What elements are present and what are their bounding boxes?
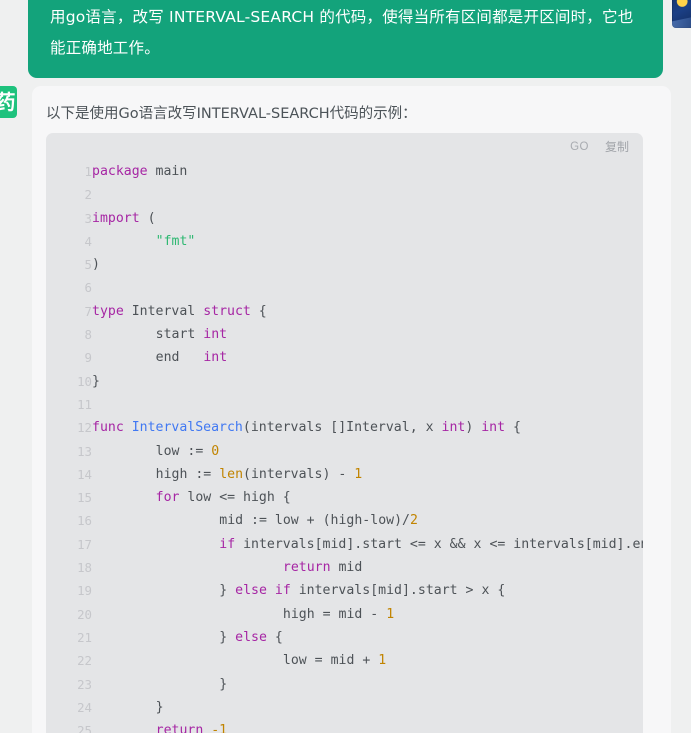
code-line-source: type Interval struct { [92, 303, 267, 319]
code-line-source: for low <= high { [155, 490, 291, 506]
code-line: 6 [46, 276, 643, 299]
code-line-source: return mid [282, 560, 363, 576]
code-line-number: 15 [77, 490, 92, 506]
code-line-number: 11 [77, 396, 92, 412]
code-line-number: 22 [77, 653, 92, 669]
assistant-intro-text: 以下是使用Go语言改写INTERVAL-SEARCH代码的示例： [46, 106, 417, 122]
chat-screen: 用go语言，改写 INTERVAL-SEARCH 的代码，使得当所有区间都是开区… [0, 0, 691, 733]
code-line-source: "fmt" [155, 233, 196, 249]
code-line-number: 21 [77, 629, 92, 645]
code-language-label: GO [570, 140, 589, 153]
code-line: 22 low = mid + 1 [46, 649, 643, 672]
code-line-number: 8 [84, 327, 92, 343]
code-block-toolbar: GO 复制 [46, 133, 643, 160]
code-line: 7 type Interval struct { [46, 300, 643, 323]
user-message-text: 用go语言，改写 INTERVAL-SEARCH 的代码，使得当所有区间都是开区… [50, 8, 634, 57]
code-line-source [92, 276, 643, 299]
code-line: 1 package main [46, 160, 643, 183]
code-line-source: } [155, 699, 164, 715]
code-line: 2 [46, 183, 643, 206]
code-line-number: 19 [77, 583, 92, 599]
code-line: 11 [46, 393, 643, 416]
code-line: 25 return -1 [46, 719, 643, 733]
code-line: 9 end int [46, 346, 643, 369]
code-line: 19 } else if intervals[mid].start > x { [46, 579, 643, 602]
code-line-number: 18 [77, 560, 92, 576]
code-line-source: import ( [92, 210, 156, 226]
code-line: 13 low := 0 [46, 440, 643, 463]
code-line: 10} [46, 370, 643, 393]
code-line-number: 10 [77, 373, 92, 389]
code-line-number: 17 [77, 536, 92, 552]
user-message-bubble: 用go语言，改写 INTERVAL-SEARCH 的代码，使得当所有区间都是开区… [28, 0, 663, 78]
code-line-source: } [92, 373, 100, 389]
code-line: 5) [46, 253, 643, 276]
code-line: 14 high := len(intervals) - 1 [46, 463, 643, 486]
code-line-source: start int [155, 327, 228, 343]
code-line-number: 16 [77, 513, 92, 529]
code-line: 16 mid := low + (high-low)/2 [46, 509, 643, 532]
code-line-number: 12 [77, 420, 92, 436]
code-line-source: high = mid - 1 [282, 606, 395, 622]
code-line-source: func IntervalSearch(intervals []Interval… [92, 420, 521, 436]
code-body: 1 package main 2 3 import (4 "fmt" 5) 6 7 type… [46, 160, 643, 733]
code-line-source: } else { [219, 629, 283, 645]
code-line-number: 4 [84, 233, 92, 249]
assistant-message-bubble: 以下是使用Go语言改写INTERVAL-SEARCH代码的示例： GO 复制 1… [32, 86, 671, 733]
code-table: 1 package main 2 3 import (4 "fmt" 5) 6 7 type… [46, 160, 643, 733]
code-line: 4 "fmt" [46, 230, 643, 253]
code-line-number: 13 [77, 443, 92, 459]
code-line-number: 7 [84, 303, 92, 319]
code-line-number: 23 [77, 676, 92, 692]
code-line-number: 3 [84, 210, 92, 226]
code-line-number: 2 [84, 187, 92, 203]
code-line-number: 20 [77, 606, 92, 622]
code-line-number: 25 [77, 723, 92, 733]
code-line-number: 1 [84, 164, 92, 179]
assistant-avatar-glyph: 药 [0, 90, 16, 114]
code-line: 21 } else { [46, 626, 643, 649]
code-line-source: ) [92, 257, 100, 273]
code-line-source: } else if intervals[mid].start > x { [219, 583, 506, 599]
code-line: 15 for low <= high { [46, 486, 643, 509]
code-line-number: 5 [84, 257, 92, 273]
code-line-source: low := 0 [155, 443, 220, 459]
code-line-source: high := len(intervals) - 1 [155, 466, 363, 482]
user-avatar[interactable] [672, 0, 691, 28]
code-line: 17 if intervals[mid].start <= x && x <= … [46, 533, 643, 556]
code-line-source: return -1 [155, 723, 228, 733]
code-line: 18 return mid [46, 556, 643, 579]
code-line-source [92, 183, 643, 206]
code-line: 8 start int [46, 323, 643, 346]
code-line-number: 6 [84, 280, 92, 296]
code-scroll-area[interactable]: 1 package main 2 3 import (4 "fmt" 5) 6 7 type… [46, 160, 643, 733]
code-line-number: 24 [77, 699, 92, 715]
code-line-source: package main [92, 164, 188, 179]
code-line-source: } [219, 676, 228, 692]
code-line: 23 } [46, 673, 643, 696]
code-line-number: 9 [84, 350, 92, 366]
code-line-source: low = mid + 1 [282, 653, 387, 669]
code-line-number: 14 [77, 466, 92, 482]
code-line-source: if intervals[mid].start <= x && x <= int… [219, 536, 643, 552]
copy-code-button[interactable]: 复制 [605, 138, 629, 155]
code-block: GO 复制 1 package main 2 3 import (4 "fmt" 5) 6… [46, 133, 643, 733]
code-line-source: end int [155, 350, 228, 366]
code-line: 20 high = mid - 1 [46, 603, 643, 626]
code-line-source: mid := low + (high-low)/2 [219, 513, 418, 529]
assistant-avatar[interactable]: 药 [0, 86, 17, 118]
code-line-source [92, 393, 643, 416]
code-line: 3 import ( [46, 207, 643, 230]
code-line: 12 func IntervalSearch(intervals []Interv… [46, 416, 643, 439]
code-line: 24 } [46, 696, 643, 719]
